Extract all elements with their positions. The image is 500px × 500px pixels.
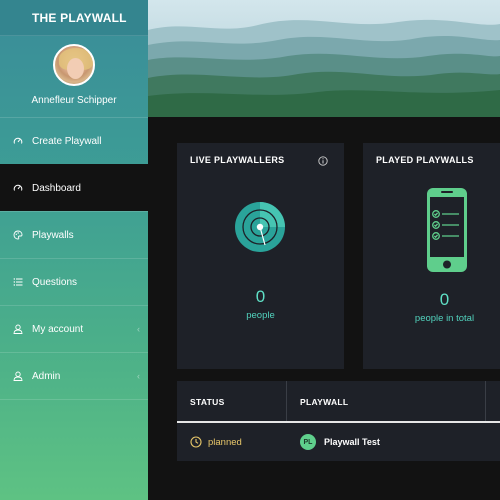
avatar[interactable]	[53, 44, 95, 86]
hero-mountain-image	[148, 0, 500, 117]
sidebar-item-label: Questions	[32, 276, 78, 288]
sidebar-item-playwalls[interactable]: Playwalls	[0, 211, 148, 258]
sidebar-item-label: Admin	[32, 370, 61, 382]
sidebar-divider	[0, 399, 148, 400]
played-playwalls-card: PLAYED PLAYWALLS 0 people in total	[363, 143, 500, 369]
live-unit-label: people	[246, 310, 275, 321]
gauge-icon	[12, 182, 24, 194]
sidebar-item-create-playwall[interactable]: Create Playwall	[0, 117, 148, 164]
playwall-cell[interactable]: PL Playwall Test	[300, 423, 480, 461]
played-unit-label: people in total	[414, 313, 475, 324]
list-icon	[12, 276, 24, 288]
user-profile: Annefleur Schipper	[0, 36, 148, 117]
playwall-avatar-badge: PL	[300, 434, 316, 450]
info-icon[interactable]	[318, 153, 328, 171]
column-divider	[286, 381, 287, 422]
chevron-left-icon: ‹	[137, 371, 140, 381]
sidebar-item-admin[interactable]: Admin ‹	[0, 352, 148, 399]
phone-checklist-icon	[427, 188, 467, 272]
played-count: 0	[439, 290, 450, 309]
palette-icon	[12, 229, 24, 241]
card-title: PLAYED PLAYWALLS	[376, 155, 474, 165]
table-header-status[interactable]: STATUS	[190, 381, 225, 422]
sidebar-item-label: Dashboard	[32, 182, 81, 194]
user-icon	[12, 323, 24, 335]
gauge-icon	[12, 135, 24, 147]
clock-icon	[190, 436, 202, 448]
column-divider	[485, 381, 486, 422]
brand-title[interactable]: THE PLAYWALL	[0, 0, 148, 36]
sidebar-item-label: Create Playwall	[32, 135, 102, 147]
sidebar: THE PLAYWALL Annefleur Schipper Create P…	[0, 0, 148, 500]
playwall-name[interactable]: Playwall Test	[324, 437, 380, 447]
sidebar-item-dashboard[interactable]: Dashboard	[0, 164, 148, 211]
table-row[interactable]: planned	[190, 423, 280, 461]
chevron-left-icon: ‹	[137, 324, 140, 334]
live-playwallers-card: LIVE PLAYWALLERS 0 people	[177, 143, 344, 369]
live-count: 0	[255, 287, 266, 306]
playwalls-table: STATUS PLAYWALL planned PL Playwall Test	[177, 381, 500, 461]
user-name: Annefleur Schipper	[31, 95, 117, 106]
status-badge: planned	[208, 436, 242, 448]
sidebar-item-my-account[interactable]: My account ‹	[0, 305, 148, 352]
radar-icon	[235, 202, 285, 252]
sidebar-item-label: Playwalls	[32, 229, 74, 241]
sidebar-item-questions[interactable]: Questions	[0, 258, 148, 305]
user-icon	[12, 370, 24, 382]
card-title: LIVE PLAYWALLERS	[190, 155, 285, 165]
table-header-playwall[interactable]: PLAYWALL	[300, 381, 348, 422]
sidebar-item-label: My account	[32, 323, 84, 335]
